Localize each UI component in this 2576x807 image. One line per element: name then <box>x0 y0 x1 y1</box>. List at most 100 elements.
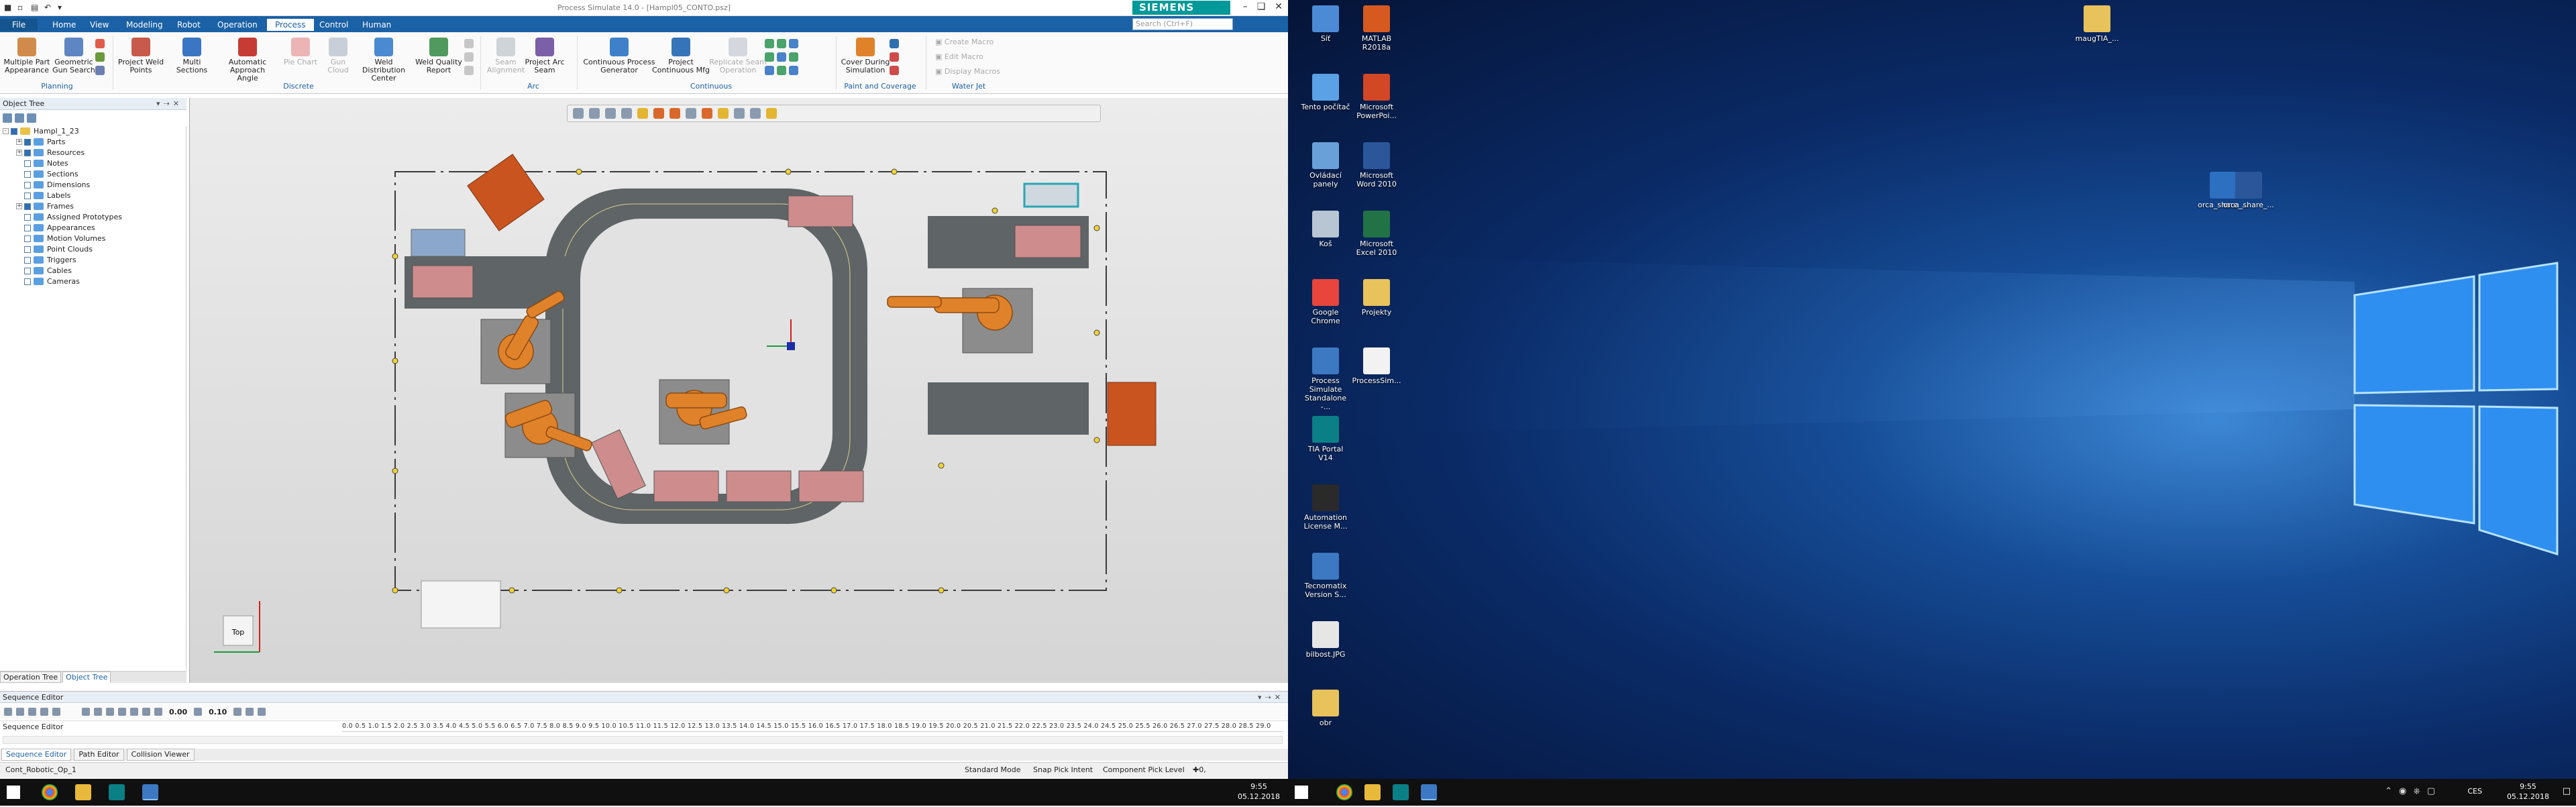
tool-icon[interactable] <box>890 52 899 62</box>
sequence-editor-grid[interactable]: Sequence Editor 0.0 0.5 1.0 1.5 2.0 2.5 … <box>0 720 1288 747</box>
tree-item-triggers[interactable]: Triggers <box>0 255 186 266</box>
notifications-icon[interactable]: □ <box>2563 786 2571 796</box>
horizontal-scrollbar[interactable] <box>3 736 1283 744</box>
time-interval-icon[interactable] <box>194 708 203 716</box>
expand-icon[interactable]: + <box>16 150 22 156</box>
pallet[interactable] <box>1014 225 1081 258</box>
table[interactable] <box>421 580 501 629</box>
fixture[interactable] <box>411 229 466 257</box>
tool-icon[interactable] <box>789 52 798 62</box>
tree-item-motion-volumes[interactable]: Motion Volumes <box>0 233 186 244</box>
step-forward-icon[interactable] <box>142 708 150 716</box>
zoom-in-icon[interactable] <box>4 708 12 716</box>
project-continuous-mfg-button[interactable]: Project Continuous Mfg <box>651 38 711 74</box>
chrome-icon[interactable] <box>1336 784 1352 800</box>
tree-root[interactable]: - Hampl_1_23 <box>0 126 186 137</box>
multi-sections-button[interactable]: Multi Sections <box>168 38 216 74</box>
tab-operation[interactable]: Operation <box>209 19 266 31</box>
edit-macro-button[interactable]: ▣ Edit Macro <box>935 52 983 61</box>
current-time[interactable]: 0.00 <box>169 708 187 716</box>
chrome-icon[interactable] <box>42 784 58 800</box>
desktop-icon-this-pc[interactable]: Tento počítač <box>1300 74 1351 111</box>
pause-icon[interactable] <box>118 708 126 716</box>
collapse-icon[interactable]: - <box>3 128 9 134</box>
tab-view[interactable]: View <box>82 19 117 31</box>
tab-path-editor[interactable]: Path Editor <box>74 749 124 761</box>
file-explorer-icon[interactable] <box>75 784 91 800</box>
close-icon[interactable]: ✕ <box>1275 1 1283 12</box>
tree-item-resources[interactable]: + Resources <box>0 148 186 158</box>
project-arc-seam-button[interactable]: Project Arc Seam <box>522 38 568 74</box>
tab-modeling[interactable]: Modeling <box>118 19 171 31</box>
gripper-tool[interactable] <box>1023 182 1079 208</box>
tool-icon[interactable] <box>789 39 798 48</box>
tia-portal-icon[interactable] <box>1393 784 1409 800</box>
restore-icon[interactable]: ❏ <box>1257 1 1266 12</box>
visibility-checkbox[interactable] <box>24 182 31 189</box>
link-icon[interactable] <box>233 708 242 716</box>
desktop-icon-word-doc[interactable]: orca_share_... <box>2223 172 2274 209</box>
desktop-icon-license-manager[interactable]: Automation License M... <box>1300 484 1351 531</box>
pallet[interactable] <box>788 195 853 227</box>
desktop-icon-recycle-bin[interactable]: Koš <box>1300 211 1351 248</box>
desktop-icon-powerpoint[interactable]: Microsoft PowerPoi... <box>1351 74 1402 120</box>
tab-operation-tree[interactable]: Operation Tree <box>0 671 62 683</box>
jump-end-icon[interactable] <box>154 708 162 716</box>
visibility-checkbox[interactable] <box>24 193 31 199</box>
weld-distribution-center-button[interactable]: Weld Distribution Center <box>356 38 412 83</box>
process-simulate-icon[interactable] <box>1421 784 1437 800</box>
expand-icon[interactable] <box>52 708 60 716</box>
status-mode[interactable]: Standard Mode <box>965 763 1021 777</box>
automatic-approach-angle-button[interactable]: Automatic Approach Angle <box>219 38 276 83</box>
visibility-checkbox[interactable] <box>11 128 17 135</box>
tool-icon[interactable] <box>890 39 899 48</box>
visibility-checkbox[interactable] <box>24 160 31 167</box>
desktop-icon-control-panel[interactable]: Ovládací panely <box>1300 142 1351 189</box>
tree-view-icon[interactable] <box>15 113 24 123</box>
start-icon[interactable] <box>1295 786 1308 799</box>
pallet[interactable] <box>798 470 864 502</box>
tool-icon[interactable] <box>95 66 105 75</box>
display-macros-button[interactable]: ▣ Display Macros <box>935 67 1000 76</box>
tool-icon[interactable] <box>765 39 774 48</box>
tree-filter-icon[interactable] <box>3 113 12 123</box>
zoom-icon[interactable] <box>40 708 48 716</box>
tool-icon[interactable] <box>464 39 474 48</box>
play-icon[interactable] <box>130 708 138 716</box>
project-weld-points-button[interactable]: Project Weld Points <box>117 38 165 74</box>
expand-icon[interactable]: + <box>16 139 22 145</box>
expand-icon[interactable]: + <box>16 203 22 209</box>
tool-icon[interactable] <box>777 52 786 62</box>
jump-start-icon[interactable] <box>82 708 90 716</box>
tree-item-point-clouds[interactable]: Point Clouds <box>0 244 186 255</box>
tab-control[interactable]: Control <box>311 19 356 31</box>
status-pick-intent[interactable]: Snap Pick Intent <box>1033 763 1093 777</box>
clock[interactable]: 9:55 05.12.2018 <box>2507 782 2549 802</box>
tab-process[interactable]: Process <box>267 19 314 31</box>
panel-controls[interactable]: ▾⇢✕ <box>1258 692 1284 703</box>
tree-item-parts[interactable]: + Parts <box>0 137 186 148</box>
desktop-icon-folder[interactable]: obr <box>1300 690 1351 727</box>
file-explorer-icon[interactable] <box>1364 784 1381 800</box>
tool-icon[interactable] <box>765 66 774 75</box>
tree-item-assigned-prototypes[interactable]: Assigned Prototypes <box>0 212 186 223</box>
tray-icons[interactable]: ⌃◉⎈▢ <box>2385 786 2442 796</box>
desktop-icon-tecnomatix[interactable]: Tecnomatix Version S... <box>1300 553 1351 599</box>
time-step[interactable]: 0.10 <box>209 708 227 716</box>
replicate-seam-operation-button[interactable]: Replicate Seam Operation <box>708 38 767 74</box>
tree-options-icon[interactable] <box>27 113 36 123</box>
tab-home[interactable]: Home <box>44 19 84 31</box>
visibility-checkbox[interactable] <box>24 150 31 156</box>
outfeed-conveyor-bottom[interactable] <box>928 382 1089 435</box>
create-macro-button[interactable]: ▣ Create Macro <box>935 38 994 46</box>
language-indicator[interactable]: CES <box>2467 786 2482 796</box>
continuous-process-generator-button[interactable]: Continuous Process Generator <box>582 38 656 74</box>
tool-icon[interactable] <box>765 52 774 62</box>
desktop-icon-excel[interactable]: Microsoft Excel 2010 <box>1351 211 1402 257</box>
desktop-icon-word[interactable]: Microsoft Word 2010 <box>1351 142 1402 189</box>
tree-item-notes[interactable]: Notes <box>0 158 186 169</box>
tool-icon[interactable] <box>95 52 105 62</box>
tree-item-cameras[interactable]: Cameras <box>0 276 186 287</box>
desktop-icon-document[interactable]: ProcessSim... <box>1351 347 1402 385</box>
tab-sequence-editor[interactable]: Sequence Editor <box>1 749 72 761</box>
